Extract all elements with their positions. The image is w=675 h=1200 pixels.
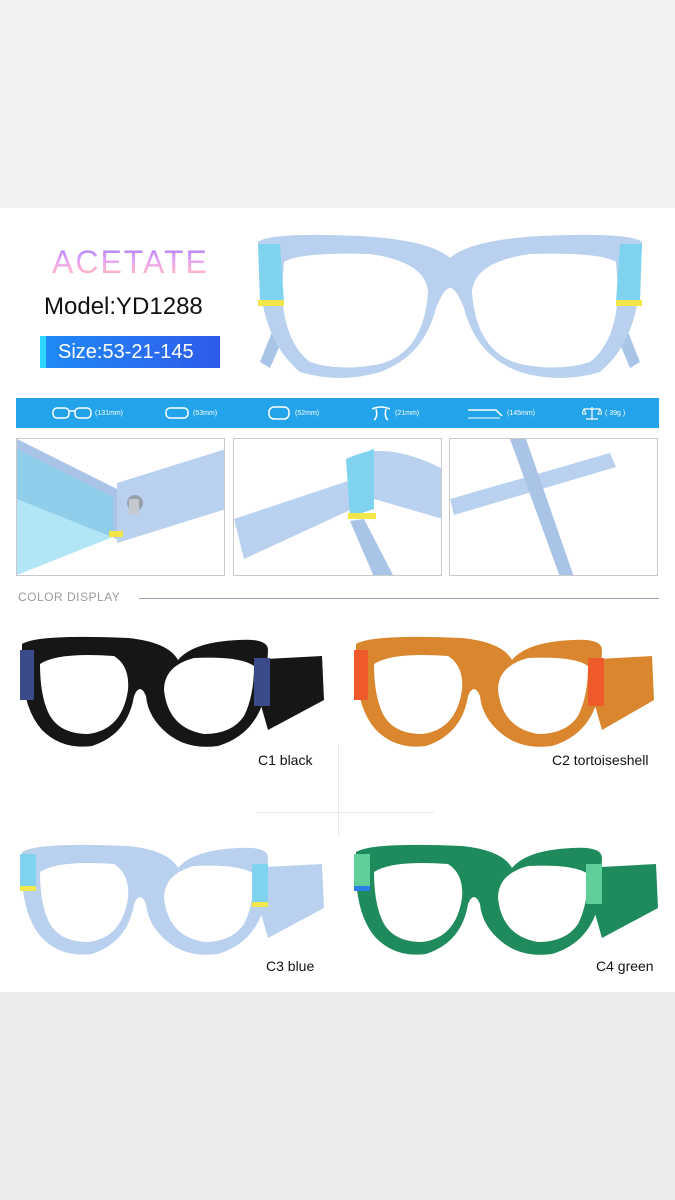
grid-divider-vertical xyxy=(338,745,339,835)
lens-height-icon xyxy=(268,406,290,420)
temple-length-icon xyxy=(468,409,503,419)
color-label: C3 blue xyxy=(266,958,315,974)
glasses-tortoiseshell-image xyxy=(354,636,654,747)
hero-glasses-image xyxy=(258,234,642,378)
color-label: C4 green xyxy=(596,958,654,974)
endpiece-detail-icon xyxy=(234,449,441,575)
detail-image-hinge xyxy=(16,438,225,576)
spec-value: (21mm) xyxy=(395,409,420,417)
detail-image-temple xyxy=(449,438,658,576)
bottom-background xyxy=(0,992,675,1200)
color-variant-blue[interactable]: C3 blue xyxy=(18,838,338,988)
hinge-detail-icon xyxy=(17,439,224,575)
size-badge: Size:53-21-145 xyxy=(40,336,220,368)
color-label: C2 tortoiseshell xyxy=(552,752,649,768)
spec-temple: (145mm) xyxy=(466,403,535,423)
color-variant-black[interactable]: C1 black xyxy=(18,630,338,780)
spec-weight: ( 39g ) xyxy=(582,403,625,423)
glasses-blue-image xyxy=(20,844,324,955)
spec-lens-width: (53mm) xyxy=(164,403,217,423)
spec-value: ( 39g ) xyxy=(605,409,626,417)
color-variant-tortoiseshell[interactable]: C2 tortoiseshell xyxy=(352,630,672,780)
material-title: ACETATE xyxy=(52,244,209,280)
lens-width-icon xyxy=(165,407,189,419)
spec-bridge: (21mm) xyxy=(370,403,419,423)
color-display-title: COLOR DISPLAY xyxy=(18,590,121,604)
color-variant-green[interactable]: C4 green xyxy=(352,838,672,988)
temple-detail-icon xyxy=(450,439,616,575)
weight-scale-icon xyxy=(582,407,602,420)
bridge-icon xyxy=(371,406,391,421)
model-number: Model:YD1288 xyxy=(44,293,203,320)
spec-value: (131mm) xyxy=(95,409,124,417)
spec-bar: (131mm) (53mm) (52mm) (21mm) (145mm) ( 3… xyxy=(16,398,659,428)
detail-image-endpiece xyxy=(233,438,442,576)
spec-frame-width: (131mm) xyxy=(52,403,123,423)
frame-width-icon xyxy=(52,407,92,419)
spec-value: (53mm) xyxy=(193,409,218,417)
grid-divider-horizontal xyxy=(256,812,434,813)
spec-value: (145mm) xyxy=(507,409,536,417)
size-text: Size:53-21-145 xyxy=(58,341,194,363)
color-label: C1 black xyxy=(258,752,313,768)
spec-value: (52mm) xyxy=(295,409,320,417)
glasses-black-image xyxy=(20,636,324,747)
spec-lens-height: (52mm) xyxy=(266,403,319,423)
section-divider xyxy=(139,598,659,599)
glasses-green-image xyxy=(354,844,658,955)
